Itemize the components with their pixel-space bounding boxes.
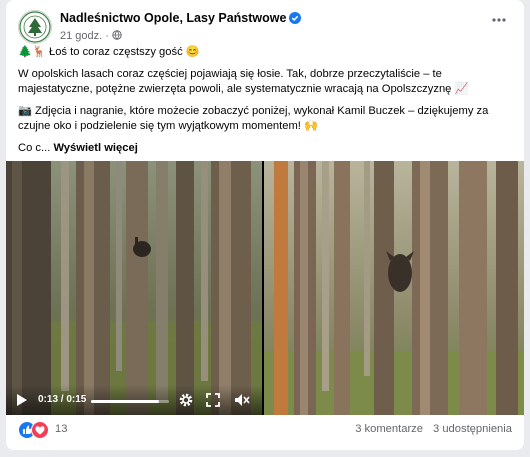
camera-emoji: 📷 <box>18 104 32 117</box>
settings-icon[interactable] <box>178 392 194 413</box>
love-icon <box>31 421 49 439</box>
forest-video-frame <box>6 161 262 415</box>
post-footer: 13 3 komentarze 3 udostępnienia <box>18 421 512 439</box>
verified-icon <box>289 12 302 27</box>
globe-icon <box>112 30 122 42</box>
post-paragraph-1: W opolskich lasach coraz częściej pojawi… <box>18 67 514 98</box>
volume-icon[interactable] <box>234 393 250 412</box>
chart-emoji: 📈 <box>454 83 469 96</box>
post-meta: 21 godz. · <box>60 30 122 42</box>
reaction-count[interactable]: 13 <box>55 423 67 435</box>
truncated-text: Co c... <box>18 141 51 154</box>
shares-count[interactable]: 3 udostępnienia <box>433 423 512 435</box>
more-options-icon[interactable] <box>488 14 510 30</box>
video-player[interactable]: 0:13 / 0:15 <box>6 161 262 415</box>
fullscreen-icon[interactable] <box>206 393 220 412</box>
meta-separator: · <box>105 30 109 42</box>
paragraph-1-text: W opolskich lasach coraz częściej pojawi… <box>18 67 452 96</box>
page-name[interactable]: Nadleśnictwo Opole, Lasy Państwowe <box>60 11 302 27</box>
deer-emoji: 🦌 <box>31 46 46 58</box>
page-name-text[interactable]: Nadleśnictwo Opole, Lasy Państwowe <box>60 11 286 25</box>
video-progress-bar[interactable] <box>91 400 169 403</box>
post-stats: 3 komentarze 3 udostępnienia <box>355 423 512 435</box>
post-line-1: 🌲🦌 Łoś to coraz częstszy gość 😊 <box>18 45 514 61</box>
paragraph-2-text: Zdjęcia i nagranie, które możecie zobacz… <box>18 104 489 133</box>
post-text: 🌲🦌 Łoś to coraz częstszy gość 😊 W opolsk… <box>18 45 514 163</box>
post-card: Nadleśnictwo Opole, Lasy Państwowe 21 go… <box>6 0 524 450</box>
post-headline: Łoś to coraz częstszy gość <box>48 46 183 58</box>
video-time: 0:13 / 0:15 <box>38 394 87 405</box>
hands-emoji: 🙌 <box>304 120 318 133</box>
post-time[interactable]: 21 godz. <box>60 30 102 42</box>
post-header: Nadleśnictwo Opole, Lasy Państwowe 21 go… <box>18 10 512 46</box>
forest-photo <box>264 161 524 415</box>
tree-emoji: 🌲 <box>18 46 32 58</box>
video-progress-fill <box>91 400 159 403</box>
see-more-link[interactable]: Wyświetl więcej <box>53 142 137 154</box>
media-grid: 0:13 / 0:15 <box>6 161 524 415</box>
smile-emoji: 😊 <box>185 46 200 58</box>
post-paragraph-2: 📷 Zdjęcia i nagranie, które możecie zoba… <box>18 104 514 135</box>
comments-count[interactable]: 3 komentarze <box>355 423 423 435</box>
post-paragraph-3: Co c... Wyświetl więcej <box>18 141 514 157</box>
page-avatar[interactable] <box>18 10 52 44</box>
video-controls: 0:13 / 0:15 <box>6 385 262 415</box>
avatar-logo <box>19 11 51 43</box>
play-icon[interactable] <box>16 393 28 412</box>
moose-photo[interactable] <box>264 161 524 415</box>
